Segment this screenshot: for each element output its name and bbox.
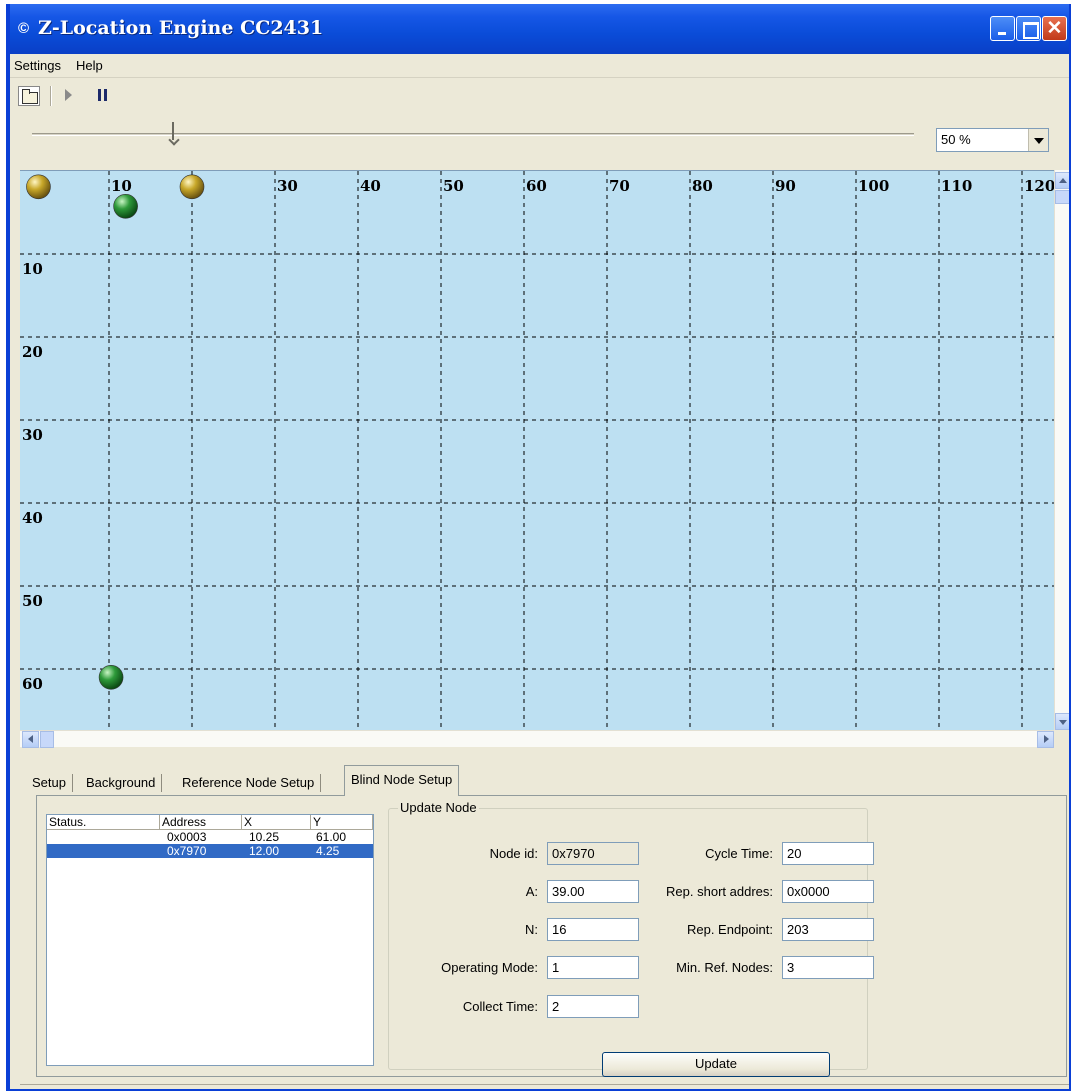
x-axis-tick-label: 10 xyxy=(111,177,132,195)
column-y[interactable]: Y xyxy=(311,815,373,830)
table-row[interactable]: 0x0003 10.25 61.00 xyxy=(47,830,373,844)
scroll-left-button[interactable] xyxy=(22,731,39,748)
toolbar-separator xyxy=(50,86,52,106)
rep-short-address-label: Rep. short addres: xyxy=(666,884,773,899)
x-axis-tick-label: 30 xyxy=(277,177,298,195)
vertical-scrollbar[interactable] xyxy=(1054,170,1069,730)
scroll-up-button[interactable] xyxy=(1055,172,1069,189)
min-ref-nodes-label: Min. Ref. Nodes: xyxy=(676,960,773,975)
x-axis-tick-label: 110 xyxy=(941,177,972,195)
app-icon: © xyxy=(18,20,30,37)
node-list[interactable]: Status. Address X Y 0x0003 10.25 61.00 0… xyxy=(46,814,374,1066)
collect-time-field[interactable]: 2 xyxy=(547,995,639,1018)
x-axis-tick-label: 70 xyxy=(609,177,630,195)
x-axis-tick-label: 80 xyxy=(692,177,713,195)
y-axis-tick-label: 50 xyxy=(22,592,43,610)
collect-time-label: Collect Time: xyxy=(462,999,538,1014)
window-title: Z-Location Engine CC2431 xyxy=(38,17,324,39)
minimize-icon xyxy=(991,17,1014,40)
menu-settings[interactable]: Settings xyxy=(14,58,61,73)
tab-reference-node-setup[interactable]: Reference Node Setup xyxy=(176,774,322,792)
n-label: N: xyxy=(525,922,538,937)
operating-mode-field[interactable]: 1 xyxy=(547,956,639,979)
x-axis-tick-label: 100 xyxy=(858,177,889,195)
location-map[interactable]: 10030405060708090100110120102030405060 xyxy=(20,170,1054,730)
a-label: A: xyxy=(525,884,538,899)
blind-node-panel: Status. Address X Y 0x0003 10.25 61.00 0… xyxy=(36,795,1067,1077)
n-field[interactable]: 16 xyxy=(547,918,639,941)
chevron-right-icon xyxy=(1044,735,1049,743)
minimize-button[interactable] xyxy=(990,16,1015,41)
maximize-icon xyxy=(1017,17,1040,40)
x-axis-tick-label: 50 xyxy=(443,177,464,195)
x-axis-tick-label: 40 xyxy=(360,177,381,195)
blind-node-marker xyxy=(98,664,124,690)
chevron-up-icon xyxy=(1059,178,1067,183)
a-field[interactable]: 39.00 xyxy=(547,880,639,903)
rep-endpoint-label: Rep. Endpoint: xyxy=(686,922,773,937)
table-row-selected[interactable]: 0x7970 12.00 4.25 xyxy=(47,844,373,858)
node-id-field: 0x7970 xyxy=(547,842,639,865)
cycle-time-field[interactable]: 20 xyxy=(782,842,874,865)
cell-y: 4.25 xyxy=(316,844,340,858)
x-axis-tick-label: 90 xyxy=(775,177,796,195)
chevron-left-icon xyxy=(28,735,33,743)
rep-endpoint-field[interactable]: 203 xyxy=(782,918,874,941)
zoom-slider-thumb[interactable] xyxy=(169,122,177,144)
app-window: © Z-Location Engine CC2431 ✕ Settings He… xyxy=(6,4,1071,1091)
pause-icon[interactable] xyxy=(98,89,107,101)
operating-mode-label: Operating Mode: xyxy=(441,960,538,975)
vertical-scroll-thumb[interactable] xyxy=(1055,190,1069,204)
close-button[interactable]: ✕ xyxy=(1042,16,1067,41)
scroll-down-button[interactable] xyxy=(1055,713,1069,730)
cell-address: 0x0003 xyxy=(167,830,207,844)
x-axis-tick-label: 120 xyxy=(1024,177,1054,195)
chevron-down-icon[interactable] xyxy=(1028,129,1048,151)
status-bar xyxy=(20,1084,1069,1088)
y-axis-tick-label: 10 xyxy=(22,260,43,278)
update-button[interactable]: Update xyxy=(602,1052,830,1077)
reference-node-marker xyxy=(26,174,51,200)
close-icon: ✕ xyxy=(1046,18,1063,39)
zoom-slider-track[interactable] xyxy=(32,133,914,136)
cell-x: 12.00 xyxy=(249,844,280,858)
reference-node-marker xyxy=(179,174,205,200)
tab-background[interactable]: Background xyxy=(80,774,163,792)
play-icon[interactable] xyxy=(65,89,72,101)
cell-y: 61.00 xyxy=(316,830,347,844)
menu-bar: Settings Help xyxy=(10,54,1069,78)
x-axis-tick-label: 60 xyxy=(526,177,547,195)
toolbar xyxy=(10,80,1069,110)
scroll-right-button[interactable] xyxy=(1037,731,1054,748)
column-status[interactable]: Status. xyxy=(47,815,160,830)
y-axis-tick-label: 20 xyxy=(22,343,43,361)
maximize-button[interactable] xyxy=(1016,16,1041,41)
map-grid: 10030405060708090100110120102030405060 xyxy=(20,171,1054,730)
zoom-dropdown[interactable]: 50 % xyxy=(936,128,1049,152)
cell-address: 0x7970 xyxy=(167,844,207,858)
horizontal-scroll-thumb[interactable] xyxy=(40,731,54,748)
node-id-label: Node id: xyxy=(489,846,538,861)
folder-icon[interactable] xyxy=(18,86,40,106)
y-axis-tick-label: 60 xyxy=(22,675,43,693)
menu-help[interactable]: Help xyxy=(76,58,103,73)
min-ref-nodes-field[interactable]: 3 xyxy=(782,956,874,979)
rep-short-address-field[interactable]: 0x0000 xyxy=(782,880,874,903)
tab-blind-node-setup[interactable]: Blind Node Setup xyxy=(344,765,460,796)
cell-x: 10.25 xyxy=(249,830,280,844)
blind-node-marker xyxy=(113,193,138,219)
y-axis-tick-label: 30 xyxy=(22,426,43,444)
node-list-header: Status. Address X Y xyxy=(47,815,373,830)
update-node-legend: Update Node xyxy=(398,800,479,815)
column-address[interactable]: Address xyxy=(160,815,242,830)
column-x[interactable]: X xyxy=(242,815,311,830)
tab-setup[interactable]: Setup xyxy=(26,774,73,792)
chevron-down-icon xyxy=(1059,720,1067,725)
y-axis-tick-label: 40 xyxy=(22,509,43,527)
zoom-value: 50 % xyxy=(941,132,971,147)
horizontal-scrollbar[interactable] xyxy=(20,730,1054,748)
cycle-time-label: Cycle Time: xyxy=(705,846,773,861)
title-bar[interactable]: © Z-Location Engine CC2431 ✕ xyxy=(10,4,1069,54)
